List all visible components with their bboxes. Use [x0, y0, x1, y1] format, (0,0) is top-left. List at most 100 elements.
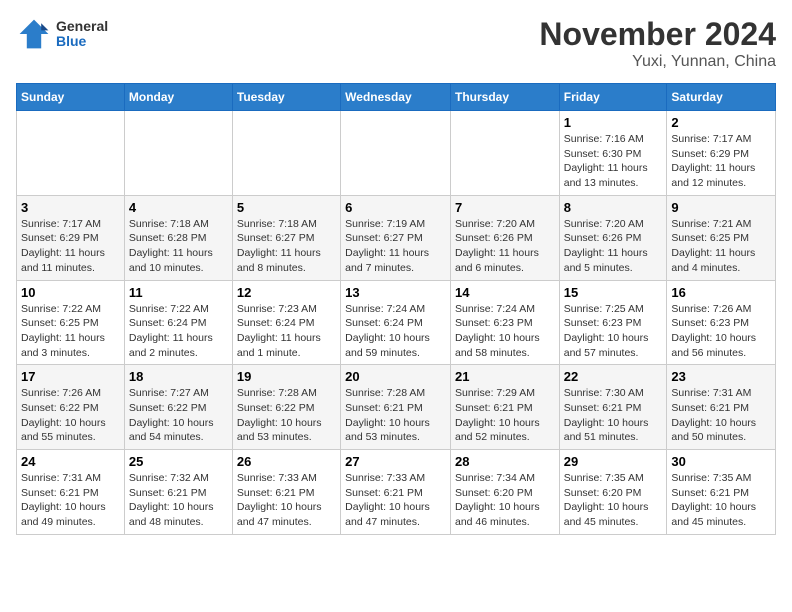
day-info: Sunrise: 7:25 AMSunset: 6:23 PMDaylight:… [564, 302, 663, 361]
day-info: Sunrise: 7:33 AMSunset: 6:21 PMDaylight:… [345, 471, 446, 530]
day-info: Sunrise: 7:26 AMSunset: 6:22 PMDaylight:… [21, 386, 120, 445]
title-area: November 2024 Yuxi, Yunnan, China [539, 16, 776, 71]
calendar-table: SundayMondayTuesdayWednesdayThursdayFrid… [16, 83, 776, 535]
day-info: Sunrise: 7:20 AMSunset: 6:26 PMDaylight:… [564, 217, 663, 276]
calendar-day-cell: 11 Sunrise: 7:22 AMSunset: 6:24 PMDayligh… [124, 280, 232, 365]
day-info: Sunrise: 7:22 AMSunset: 6:25 PMDaylight:… [21, 302, 120, 361]
calendar-day-cell: 14 Sunrise: 7:24 AMSunset: 6:23 PMDayligh… [450, 280, 559, 365]
day-number: 14 [455, 285, 555, 300]
calendar-day-cell: 23Sunrise: 7:31 AMSunset: 6:21 PMDayligh… [667, 365, 776, 450]
calendar-day-cell: 9 Sunrise: 7:21 AMSunset: 6:25 PMDaylight… [667, 195, 776, 280]
day-number: 4 [129, 200, 228, 215]
page-header: General Blue November 2024 Yuxi, Yunnan,… [16, 16, 776, 71]
day-number: 28 [455, 454, 555, 469]
day-info: Sunrise: 7:24 AMSunset: 6:24 PMDaylight:… [345, 302, 446, 361]
day-of-week-header: Saturday [667, 84, 776, 111]
calendar-day-cell: 8Sunrise: 7:20 AMSunset: 6:26 PMDaylight… [559, 195, 667, 280]
calendar-day-cell: 19 Sunrise: 7:28 AMSunset: 6:22 PMDayligh… [232, 365, 340, 450]
day-number: 21 [455, 369, 555, 384]
day-number: 15 [564, 285, 663, 300]
day-info: Sunrise: 7:24 AMSunset: 6:23 PMDaylight:… [455, 302, 555, 361]
calendar-day-cell: 27 Sunrise: 7:33 AMSunset: 6:21 PMDayligh… [341, 450, 451, 535]
calendar-day-cell: 20 Sunrise: 7:28 AMSunset: 6:21 PMDayligh… [341, 365, 451, 450]
day-info: Sunrise: 7:35 AMSunset: 6:21 PMDaylight:… [671, 471, 771, 530]
calendar-day-cell: 17 Sunrise: 7:26 AMSunset: 6:22 PMDayligh… [17, 365, 125, 450]
day-info: Sunrise: 7:18 AMSunset: 6:27 PMDaylight:… [237, 217, 336, 276]
logo-blue: Blue [56, 34, 108, 49]
calendar-day-cell: 29Sunrise: 7:35 AMSunset: 6:20 PMDayligh… [559, 450, 667, 535]
calendar-day-cell [450, 111, 559, 196]
day-info: Sunrise: 7:28 AMSunset: 6:21 PMDaylight:… [345, 386, 446, 445]
day-number: 25 [129, 454, 228, 469]
day-number: 27 [345, 454, 446, 469]
day-number: 26 [237, 454, 336, 469]
day-info: Sunrise: 7:22 AMSunset: 6:24 PMDaylight:… [129, 302, 228, 361]
day-info: Sunrise: 7:28 AMSunset: 6:22 PMDaylight:… [237, 386, 336, 445]
logo-general: General [56, 19, 108, 34]
calendar-day-cell: 7 Sunrise: 7:20 AMSunset: 6:26 PMDaylight… [450, 195, 559, 280]
calendar-week-row: 10Sunrise: 7:22 AMSunset: 6:25 PMDayligh… [17, 280, 776, 365]
day-info: Sunrise: 7:20 AMSunset: 6:26 PMDaylight:… [455, 217, 555, 276]
day-number: 6 [345, 200, 446, 215]
day-info: Sunrise: 7:17 AMSunset: 6:29 PMDaylight:… [21, 217, 120, 276]
day-info: Sunrise: 7:19 AMSunset: 6:27 PMDaylight:… [345, 217, 446, 276]
day-number: 3 [21, 200, 120, 215]
day-of-week-header: Thursday [450, 84, 559, 111]
day-number: 22 [564, 369, 663, 384]
day-of-week-header: Sunday [17, 84, 125, 111]
calendar-week-row: 17 Sunrise: 7:26 AMSunset: 6:22 PMDayligh… [17, 365, 776, 450]
calendar-day-cell: 16Sunrise: 7:26 AMSunset: 6:23 PMDayligh… [667, 280, 776, 365]
day-number: 5 [237, 200, 336, 215]
calendar-day-cell [341, 111, 451, 196]
calendar-week-row: 24 Sunrise: 7:31 AMSunset: 6:21 PMDayligh… [17, 450, 776, 535]
day-number: 19 [237, 369, 336, 384]
day-of-week-header: Wednesday [341, 84, 451, 111]
day-number: 7 [455, 200, 555, 215]
day-number: 30 [671, 454, 771, 469]
day-number: 24 [21, 454, 120, 469]
calendar-day-cell: 5 Sunrise: 7:18 AMSunset: 6:27 PMDaylight… [232, 195, 340, 280]
calendar-day-cell: 13 Sunrise: 7:24 AMSunset: 6:24 PMDayligh… [341, 280, 451, 365]
day-info: Sunrise: 7:34 AMSunset: 6:20 PMDaylight:… [455, 471, 555, 530]
day-info: Sunrise: 7:16 AMSunset: 6:30 PMDaylight:… [564, 132, 663, 191]
day-of-week-header: Tuesday [232, 84, 340, 111]
day-number: 12 [237, 285, 336, 300]
day-number: 11 [129, 285, 228, 300]
day-number: 20 [345, 369, 446, 384]
day-of-week-header: Friday [559, 84, 667, 111]
day-info: Sunrise: 7:31 AMSunset: 6:21 PMDaylight:… [21, 471, 120, 530]
day-info: Sunrise: 7:30 AMSunset: 6:21 PMDaylight:… [564, 386, 663, 445]
calendar-day-cell: 3 Sunrise: 7:17 AMSunset: 6:29 PMDaylight… [17, 195, 125, 280]
day-info: Sunrise: 7:27 AMSunset: 6:22 PMDaylight:… [129, 386, 228, 445]
location: Yuxi, Yunnan, China [539, 53, 776, 71]
calendar-day-cell [124, 111, 232, 196]
calendar-day-cell: 15 Sunrise: 7:25 AMSunset: 6:23 PMDayligh… [559, 280, 667, 365]
day-number: 17 [21, 369, 120, 384]
calendar-day-cell: 30 Sunrise: 7:35 AMSunset: 6:21 PMDayligh… [667, 450, 776, 535]
calendar-day-cell: 10Sunrise: 7:22 AMSunset: 6:25 PMDayligh… [17, 280, 125, 365]
calendar-day-cell [17, 111, 125, 196]
day-info: Sunrise: 7:26 AMSunset: 6:23 PMDaylight:… [671, 302, 771, 361]
calendar-day-cell: 24 Sunrise: 7:31 AMSunset: 6:21 PMDayligh… [17, 450, 125, 535]
day-info: Sunrise: 7:17 AMSunset: 6:29 PMDaylight:… [671, 132, 771, 191]
calendar-day-cell: 26Sunrise: 7:33 AMSunset: 6:21 PMDayligh… [232, 450, 340, 535]
calendar-day-cell: 12Sunrise: 7:23 AMSunset: 6:24 PMDayligh… [232, 280, 340, 365]
calendar-week-row: 1 Sunrise: 7:16 AMSunset: 6:30 PMDaylight… [17, 111, 776, 196]
day-number: 9 [671, 200, 771, 215]
day-number: 18 [129, 369, 228, 384]
logo-text: General Blue [56, 19, 108, 50]
day-info: Sunrise: 7:21 AMSunset: 6:25 PMDaylight:… [671, 217, 771, 276]
day-number: 13 [345, 285, 446, 300]
logo-icon [16, 16, 52, 52]
month-title: November 2024 [539, 16, 776, 53]
calendar-day-cell: 6 Sunrise: 7:19 AMSunset: 6:27 PMDaylight… [341, 195, 451, 280]
day-of-week-header: Monday [124, 84, 232, 111]
calendar-day-cell: 18 Sunrise: 7:27 AMSunset: 6:22 PMDayligh… [124, 365, 232, 450]
calendar-header-row: SundayMondayTuesdayWednesdayThursdayFrid… [17, 84, 776, 111]
day-number: 1 [564, 115, 663, 130]
calendar-day-cell: 2Sunrise: 7:17 AMSunset: 6:29 PMDaylight… [667, 111, 776, 196]
day-info: Sunrise: 7:32 AMSunset: 6:21 PMDaylight:… [129, 471, 228, 530]
logo: General Blue [16, 16, 108, 52]
calendar-day-cell: 22 Sunrise: 7:30 AMSunset: 6:21 PMDayligh… [559, 365, 667, 450]
day-info: Sunrise: 7:35 AMSunset: 6:20 PMDaylight:… [564, 471, 663, 530]
